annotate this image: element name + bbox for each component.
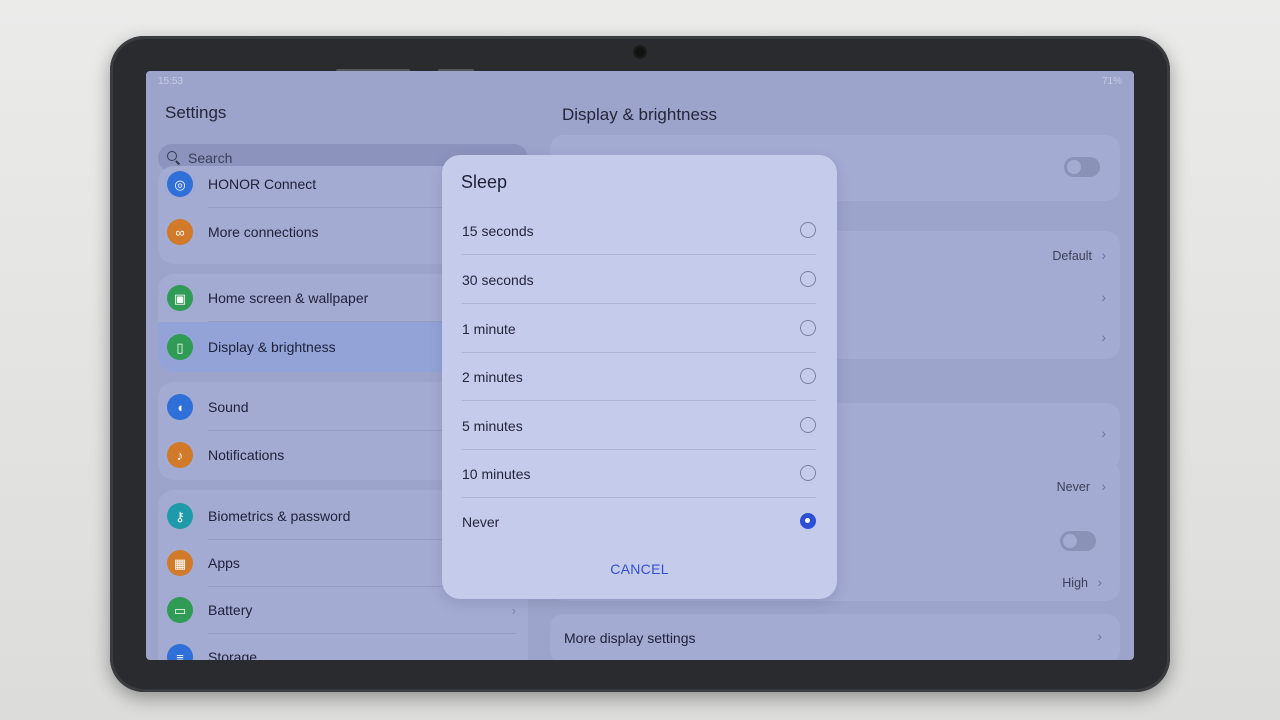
chevron-right-icon[interactable]: › — [1101, 329, 1106, 345]
value-never: Never — [1056, 480, 1090, 494]
radio-button[interactable] — [800, 320, 816, 336]
search-placeholder: Search — [188, 150, 233, 166]
front-camera — [635, 47, 645, 57]
toggle-switch[interactable] — [1060, 531, 1096, 551]
link-icon: ∞ — [167, 219, 193, 245]
bell-icon: ♪ — [167, 442, 193, 468]
display-icon: ▯ — [167, 334, 193, 360]
more-display-settings-label: More display settings — [564, 630, 696, 646]
sleep-option-2-minutes[interactable]: 2 minutes — [462, 353, 816, 401]
sidebar-item-label: HONOR Connect — [208, 176, 317, 192]
sidebar-item-label: More connections — [208, 224, 319, 240]
option-label: 1 minute — [462, 321, 516, 337]
chevron-right-icon[interactable]: › — [1097, 574, 1102, 590]
sidebar-item-label: Display & brightness — [208, 339, 336, 355]
dialog-title: Sleep — [461, 172, 508, 192]
honor-connect-icon: ◎ — [167, 171, 193, 197]
page-title: Settings — [165, 103, 227, 122]
sleep-option-15-seconds[interactable]: 15 seconds — [462, 207, 816, 255]
sidebar-item-storage[interactable]: ≡ Storage — [158, 633, 528, 660]
sidebar-item-label: Battery — [208, 602, 253, 618]
key-icon: ⚷ — [167, 503, 193, 529]
radio-button-selected[interactable] — [800, 513, 816, 529]
search-icon — [167, 151, 181, 165]
sidebar-item-label: Notifications — [208, 447, 285, 463]
sleep-option-1-minute[interactable]: 1 minute — [462, 305, 816, 353]
radio-button[interactable] — [800, 417, 816, 433]
apps-icon: ▦ — [167, 550, 193, 576]
speaker-icon: ◖ — [167, 394, 193, 420]
chevron-right-icon[interactable]: › — [1101, 478, 1106, 494]
sidebar-item-label: Biometrics & password — [208, 508, 351, 524]
chevron-right-icon[interactable]: › — [1101, 247, 1106, 263]
sidebar-item-label: Storage — [208, 649, 258, 660]
divider — [462, 254, 816, 255]
radio-button[interactable] — [800, 271, 816, 287]
sidebar-item-label: Sound — [208, 399, 249, 415]
detail-title: Display & brightness — [562, 105, 717, 124]
value-default: Default — [1052, 249, 1092, 263]
sidebar-item-label: Apps — [208, 555, 240, 571]
sleep-dialog: Sleep 15 seconds 30 seconds 1 minute 2 m… — [442, 155, 837, 599]
option-label: 15 seconds — [462, 223, 534, 239]
value-high: High — [1062, 576, 1088, 590]
storage-icon: ≡ — [167, 644, 193, 660]
battery-icon: ▭ — [167, 597, 193, 623]
chevron-right-icon: › — [511, 602, 516, 618]
cancel-button[interactable]: CANCEL — [442, 561, 837, 577]
radio-button[interactable] — [800, 465, 816, 481]
divider — [462, 303, 816, 304]
radio-button[interactable] — [800, 222, 816, 238]
option-label: 2 minutes — [462, 369, 523, 385]
radio-button[interactable] — [800, 368, 816, 384]
sleep-option-never[interactable]: Never — [462, 498, 816, 546]
divider — [462, 400, 816, 401]
toggle-switch[interactable] — [1064, 157, 1100, 177]
sleep-option-5-minutes[interactable]: 5 minutes — [462, 402, 816, 450]
chevron-right-icon[interactable]: › — [1101, 425, 1106, 441]
more-display-settings-row[interactable]: More display settings › — [550, 614, 1120, 660]
option-label: 5 minutes — [462, 418, 523, 434]
chevron-right-icon[interactable]: › — [1101, 289, 1106, 305]
sleep-option-10-minutes[interactable]: 10 minutes — [462, 450, 816, 498]
sleep-option-30-seconds[interactable]: 30 seconds — [462, 256, 816, 304]
wallpaper-icon: ▣ — [167, 285, 193, 311]
chevron-right-icon: › — [1097, 628, 1102, 644]
option-label: 30 seconds — [462, 272, 534, 288]
sidebar-item-label: Home screen & wallpaper — [208, 290, 369, 306]
option-label: Never — [462, 514, 500, 530]
option-label: 10 minutes — [462, 466, 531, 482]
